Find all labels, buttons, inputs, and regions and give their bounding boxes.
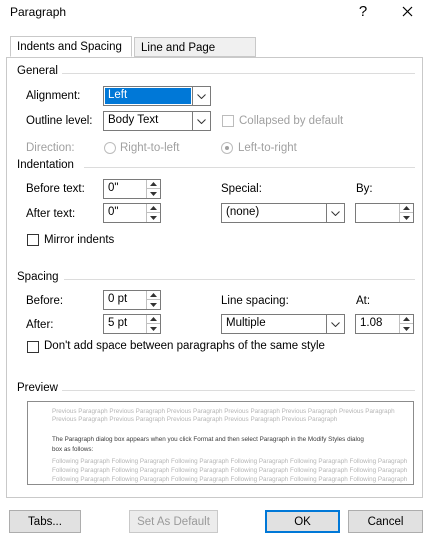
right-to-left-label: Right-to-left [120, 142, 180, 154]
before-text-value: 0" [108, 182, 119, 194]
spin-up-icon[interactable] [146, 291, 160, 300]
tab-line-and-page-breaks[interactable]: Line and Page Breaks [134, 37, 256, 74]
spacing-after-label: After: [26, 319, 54, 331]
preview-following-paragraph: Following Paragraph Following Paragraph … [52, 476, 408, 483]
after-text-spinner[interactable]: 0" [103, 203, 161, 223]
spacing-before-value: 0 pt [108, 293, 128, 305]
outline-level-label: Outline level: [26, 115, 93, 127]
divider [64, 279, 415, 280]
cancel-button[interactable]: Cancel [348, 510, 423, 533]
ok-button[interactable]: OK [265, 510, 340, 533]
close-button[interactable] [392, 0, 422, 24]
indentation-header: Indentation [17, 159, 74, 171]
spacing-header: Spacing [17, 271, 59, 283]
direction-label: Direction: [26, 142, 75, 154]
tabs-button[interactable]: Tabs... [9, 510, 81, 533]
alignment-label: Alignment: [26, 90, 81, 102]
spin-down-icon[interactable] [399, 213, 413, 222]
mirror-indents-label: Mirror indents [44, 234, 115, 246]
spin-down-icon[interactable] [146, 300, 160, 309]
dont-add-space-checkbox[interactable] [27, 341, 39, 353]
special-select[interactable]: (none) [221, 203, 345, 223]
spin-down-icon[interactable] [146, 324, 160, 333]
spacing-before-label: Before: [26, 295, 64, 307]
dialog-title: Paragraph [10, 5, 67, 19]
divider [62, 390, 415, 391]
help-button[interactable]: ? [348, 0, 378, 24]
mirror-indents-checkbox[interactable] [27, 234, 39, 246]
right-to-left-radio[interactable] [104, 142, 116, 154]
general-header: General [17, 65, 58, 77]
divider [62, 73, 415, 74]
before-text-label: Before text: [26, 183, 85, 195]
by-label: By: [356, 183, 373, 195]
dont-add-space-label: Don't add space between paragraphs of th… [44, 340, 325, 352]
at-spinner[interactable]: 1.08 [355, 314, 414, 334]
left-to-right-radio[interactable] [221, 142, 233, 154]
chevron-down-icon[interactable] [192, 112, 210, 130]
by-spinner[interactable] [355, 203, 414, 223]
alignment-value: Left [108, 89, 128, 101]
special-value: (none) [226, 206, 260, 218]
preview-following-paragraph: Following Paragraph Following Paragraph … [52, 458, 408, 465]
preview-previous-paragraph: Previous Paragraph Previous Paragraph Pr… [52, 416, 338, 423]
set-as-default-label: Set As Default [137, 515, 210, 528]
spacing-after-spinner[interactable]: 5 pt [103, 314, 161, 334]
tab-indents-and-spacing[interactable]: Indents and Spacing [10, 36, 132, 57]
tabs-button-label: Tabs... [28, 515, 62, 528]
line-spacing-value: Multiple [226, 317, 266, 329]
after-text-value: 0" [108, 206, 119, 218]
spin-down-icon[interactable] [146, 213, 160, 222]
cancel-button-label: Cancel [367, 515, 404, 528]
spin-up-icon[interactable] [146, 315, 160, 324]
preview-sample-paragraph: The Paragraph dialog box appears when yo… [52, 436, 364, 443]
collapsed-checkbox[interactable] [222, 115, 234, 127]
spin-down-icon[interactable] [146, 189, 160, 198]
spin-up-icon[interactable] [399, 315, 413, 324]
preview-sample-paragraph: box as follows: [52, 446, 94, 453]
spin-up-icon[interactable] [146, 204, 160, 213]
chevron-down-icon[interactable] [326, 315, 344, 333]
outline-level-value: Body Text [108, 114, 159, 126]
ok-button-label: OK [294, 515, 311, 528]
set-as-default-button[interactable]: Set As Default [129, 510, 218, 533]
spin-up-icon[interactable] [146, 180, 160, 189]
chevron-down-icon[interactable] [326, 204, 344, 222]
at-label: At: [356, 295, 371, 307]
close-icon [402, 6, 412, 17]
preview-following-paragraph: Following Paragraph Following Paragraph … [52, 467, 408, 474]
chevron-down-icon[interactable] [192, 87, 210, 105]
spin-up-icon[interactable] [399, 204, 413, 213]
tab-label: Indents and Spacing [17, 41, 122, 53]
after-text-label: After text: [26, 208, 76, 220]
before-text-spinner[interactable]: 0" [103, 179, 161, 199]
left-to-right-label: Left-to-right [238, 142, 297, 154]
line-spacing-label: Line spacing: [221, 295, 289, 307]
line-spacing-select[interactable]: Multiple [221, 314, 345, 334]
at-value: 1.08 [360, 317, 383, 329]
spin-down-icon[interactable] [399, 324, 413, 333]
spacing-before-spinner[interactable]: 0 pt [103, 290, 161, 310]
alignment-select[interactable]: Left [103, 86, 211, 106]
preview-header: Preview [17, 382, 58, 394]
collapsed-label: Collapsed by default [239, 115, 344, 127]
preview-previous-paragraph: Previous Paragraph Previous Paragraph Pr… [52, 408, 395, 415]
preview-box: Previous Paragraph Previous Paragraph Pr… [27, 401, 414, 485]
special-label: Special: [221, 183, 262, 195]
outline-level-select[interactable]: Body Text [103, 111, 211, 131]
spacing-after-value: 5 pt [108, 317, 128, 329]
divider [84, 167, 415, 168]
